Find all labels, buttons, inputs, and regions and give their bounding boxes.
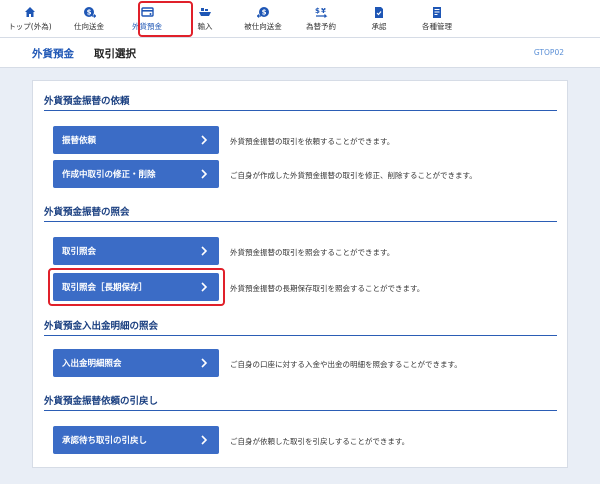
home-icon [23, 5, 37, 19]
svg-text:$: $ [261, 8, 266, 16]
button-label: 入出金明細照会 [62, 359, 122, 369]
long-term-inquiry-button[interactable]: 取引照会［長期保存］ [53, 273, 219, 301]
button-label: 作成中取引の修正・削除 [62, 170, 156, 180]
nav-label: 被仕向送金 [244, 22, 282, 31]
money-send-icon: $ [82, 5, 96, 19]
button-label: 取引照会 [62, 247, 97, 257]
nav-label: 仕向送金 [74, 22, 104, 31]
statement-inquiry-button[interactable]: 入出金明細照会 [53, 349, 219, 377]
nav-item-import[interactable]: 輸入 [176, 0, 234, 37]
chevron-right-icon [198, 281, 210, 293]
nav-label: トップ(外為) [8, 22, 52, 31]
page-title: 外貨預金 [32, 48, 74, 60]
transfer-request-desc: 外貨預金振替の取引を依頼することができます。 [230, 137, 395, 146]
recall-pending-button[interactable]: 承認待ち取引の引戻し [53, 426, 219, 454]
nav-item-outward-remittance[interactable]: $ 仕向送金 [60, 0, 118, 37]
page-subtitle: 取引選択 [94, 48, 136, 60]
nav-item-fx-contract[interactable]: $ ¥ 為替予約 [292, 0, 350, 37]
nav-item-admin[interactable]: 各種管理 [408, 0, 466, 37]
transaction-inquiry-button[interactable]: 取引照会 [53, 237, 219, 265]
global-nav: トップ(外為) $ 仕向送金 外貨預金 輸入 $ 被仕向送金 $ ¥ 為替予約 承… [0, 0, 600, 38]
admin-icon [430, 5, 444, 19]
edit-delete-draft-button[interactable]: 作成中取引の修正・削除 [53, 160, 219, 188]
chevron-right-icon [198, 245, 210, 257]
nav-label: 為替予約 [306, 22, 336, 31]
section-heading-statement-inquiry: 外貨預金入出金明細の照会 [44, 318, 557, 336]
svg-text:¥: ¥ [321, 7, 326, 15]
exchange-icon: $ ¥ [314, 5, 328, 19]
transaction-inquiry-desc: 外貨預金振替の取引を照会することができます。 [230, 248, 395, 257]
card-icon [140, 5, 154, 19]
transaction-menu-panel: 外貨預金振替の依頼 振替依頼 外貨預金振替の取引を依頼することができます。 作成… [32, 80, 568, 468]
nav-item-top[interactable]: トップ(外為) [0, 0, 60, 37]
chevron-right-icon [198, 357, 210, 369]
button-label: 承認待ち取引の引戻し [62, 436, 148, 446]
nav-item-fx-deposit[interactable]: 外貨預金 [118, 0, 176, 37]
svg-text:$: $ [86, 8, 91, 16]
section-heading-transfer-inquiry: 外貨預金振替の照会 [44, 204, 557, 222]
nav-item-approval[interactable]: 承認 [350, 0, 408, 37]
nav-label: 輸入 [197, 22, 213, 31]
nav-label: 各種管理 [422, 22, 452, 31]
recall-pending-desc: ご自身が依頼した取引を引戻しすることができます。 [230, 437, 410, 446]
section-heading-request-recall: 外貨預金振替依頼の引戻し [44, 393, 557, 411]
nav-label: 外貨預金 [132, 22, 162, 31]
section-heading-transfer-request: 外貨預金振替の依頼 [44, 93, 557, 111]
svg-text:$: $ [315, 7, 320, 15]
button-label: 振替依頼 [62, 136, 97, 146]
chevron-right-icon [198, 168, 210, 180]
nav-label: 承認 [371, 22, 387, 31]
long-term-inquiry-desc: 外貨預金振替の長期保存取引を照会することができます。 [230, 284, 425, 293]
statement-inquiry-desc: ご自身の口座に対する入金や出金の明細を照会することができます。 [230, 360, 462, 369]
edit-delete-draft-desc: ご自身が作成した外貨預金振替の取引を修正、削除することができます。 [230, 171, 477, 180]
page-header: 外貨預金 取引選択 GTOP02 [0, 38, 600, 68]
approve-icon [372, 5, 386, 19]
button-label: 取引照会［長期保存］ [62, 283, 148, 293]
chevron-right-icon [198, 434, 210, 446]
ship-icon [198, 5, 212, 19]
nav-item-inward-remittance[interactable]: $ 被仕向送金 [234, 0, 292, 37]
screen-code: GTOP02 [533, 48, 564, 57]
chevron-right-icon [198, 134, 210, 146]
transfer-request-button[interactable]: 振替依頼 [53, 126, 219, 154]
money-receive-icon: $ [256, 5, 270, 19]
